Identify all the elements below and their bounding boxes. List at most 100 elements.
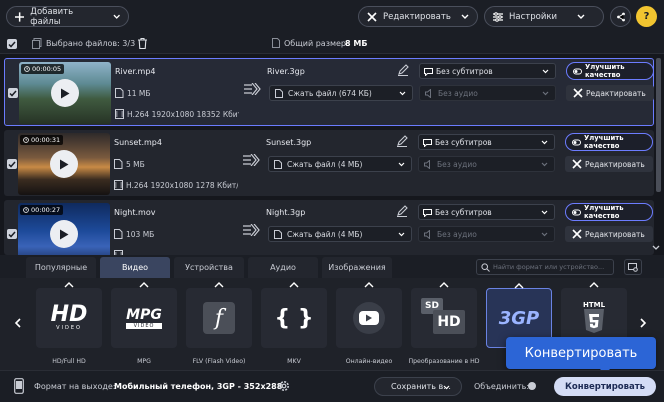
- subtitles-dropdown[interactable]: Без субтитров: [418, 204, 555, 220]
- film-icon: [114, 180, 123, 190]
- total-size-label: Общий размер:: [284, 39, 349, 48]
- chevron-up-icon: [289, 282, 299, 288]
- compress-dropdown[interactable]: Сжать файл (4 МБ): [268, 226, 412, 242]
- subtitles-dropdown[interactable]: Без субтитров: [418, 134, 555, 150]
- format-search-field[interactable]: Найти формат или устройство...: [476, 259, 614, 275]
- audio-dropdown[interactable]: Без аудио: [418, 156, 555, 172]
- clock-icon: [23, 207, 29, 213]
- chevron-down-icon: [542, 91, 549, 96]
- improve-quality-button[interactable]: Улучшить качество: [566, 62, 654, 80]
- format-settings-button[interactable]: [624, 259, 642, 275]
- play-icon: [61, 88, 70, 98]
- chevron-up-icon: [589, 282, 599, 288]
- merge-toggle[interactable]: [528, 382, 536, 390]
- file-info: H.264 1920x1080 1278 Кбит/с: [126, 181, 238, 190]
- audio-dropdown[interactable]: Без аудио: [418, 226, 555, 242]
- convert-arrows-icon: [243, 224, 260, 236]
- film-icon: [115, 109, 124, 119]
- play-button[interactable]: [50, 150, 78, 178]
- audio-dropdown[interactable]: Без аудио: [419, 85, 556, 101]
- improve-quality-button[interactable]: Улучшить качество: [565, 133, 653, 151]
- selected-count: Выбрано файлов: 3/3: [46, 39, 136, 48]
- format-label: FLV (Flash Video): [192, 358, 246, 365]
- file-icon: [114, 159, 123, 169]
- speaker-icon: [425, 89, 431, 98]
- gear-icon[interactable]: [278, 380, 290, 392]
- format-tabs: Популярные Видео Устройства Аудио Изобра…: [0, 255, 664, 278]
- format-label: Преобразование в HD: [408, 358, 480, 365]
- chevron-down-icon: [399, 91, 406, 96]
- file-row[interactable]: 00:00:31 Sunset.mp4 5 МБ H.264 1920x1080 12…: [4, 130, 654, 196]
- play-icon: [60, 229, 69, 239]
- rename-pencil-icon[interactable]: [395, 134, 409, 148]
- format-search-placeholder: Найти формат или устройство...: [493, 263, 605, 271]
- subtitles-dropdown[interactable]: Без субтитров: [419, 63, 556, 79]
- chevron-down-icon: [541, 210, 548, 215]
- play-button[interactable]: [50, 220, 78, 248]
- file-name: Night.mov: [114, 208, 156, 217]
- mpg-icon: MPG VIDEO: [126, 307, 162, 329]
- video-thumbnail[interactable]: 00:00:05: [19, 62, 111, 124]
- format-mkv[interactable]: { }: [261, 282, 327, 348]
- file-icon: [114, 229, 123, 239]
- file-list-scrollbar[interactable]: [656, 58, 661, 192]
- speaker-icon: [424, 160, 430, 169]
- format-hd[interactable]: HD VIDEO: [36, 282, 102, 348]
- scroll-right-icon[interactable]: [640, 318, 647, 328]
- tab-popular[interactable]: Популярные: [26, 257, 96, 278]
- file-row[interactable]: 00:00:27 Night.mov 103 МБ Night.3gp Сжать фа…: [4, 200, 654, 265]
- chevron-down-icon: [577, 14, 585, 19]
- add-files-button[interactable]: Добавить файлы: [6, 6, 129, 27]
- rename-pencil-icon[interactable]: [396, 63, 410, 77]
- play-button[interactable]: [51, 79, 79, 107]
- edit-file-button[interactable]: Редактировать: [565, 156, 653, 172]
- sliders-icon: [493, 11, 503, 22]
- improve-quality-button[interactable]: Улучшить качество: [565, 203, 653, 221]
- edit-file-button[interactable]: Редактировать: [565, 226, 653, 242]
- subtitles-icon: [423, 139, 432, 147]
- compress-dropdown[interactable]: Сжать файл (4 МБ): [268, 156, 412, 172]
- save-to-button[interactable]: Сохранить в...: [374, 377, 462, 396]
- chevron-down-icon: [398, 232, 405, 237]
- clock-icon: [23, 137, 29, 143]
- format-label: MKV: [287, 358, 301, 365]
- mkv-icon: { }: [274, 305, 314, 331]
- tools-icon: [573, 88, 583, 98]
- trash-icon[interactable]: [138, 38, 147, 49]
- convert-button[interactable]: Конвертировать: [554, 377, 656, 396]
- file-name: River.mp4: [115, 67, 156, 76]
- file-checkbox[interactable]: [8, 88, 18, 98]
- tools-icon: [367, 11, 377, 22]
- help-button[interactable]: ?: [636, 6, 657, 27]
- file-row[interactable]: 00:00:05 River.mp4 11 МБ H.264 1920x1080 18…: [4, 58, 654, 126]
- file-icon: [115, 88, 124, 98]
- checkmark-icon: [8, 231, 16, 238]
- file-checkbox[interactable]: [7, 159, 17, 169]
- tab-audio[interactable]: Аудио: [248, 257, 318, 278]
- collapse-arrow-icon[interactable]: [652, 245, 660, 251]
- format-flv[interactable]: f: [186, 282, 252, 348]
- tab-devices[interactable]: Устройства: [174, 257, 244, 278]
- save-to-label: Сохранить в...: [391, 382, 451, 391]
- tab-images[interactable]: Изображения: [322, 257, 392, 278]
- edit-menu-button[interactable]: Редактировать: [358, 6, 478, 27]
- format-mpg[interactable]: MPG VIDEO: [111, 282, 177, 348]
- file-checkbox[interactable]: [7, 229, 17, 239]
- settings-button[interactable]: Настройки: [484, 6, 604, 27]
- rename-pencil-icon[interactable]: [395, 204, 409, 218]
- output-format-value: Мобильный телефон, 3GP - 352x288: [114, 382, 283, 391]
- files-icon: [32, 38, 42, 49]
- format-hd-conversion[interactable]: SD HD: [411, 282, 477, 348]
- chevron-up-icon: [64, 282, 74, 288]
- subtitles-icon: [423, 209, 432, 217]
- search-icon: [481, 263, 490, 272]
- compress-dropdown[interactable]: Сжать файл (674 КБ): [269, 85, 413, 101]
- scroll-left-icon[interactable]: [14, 318, 21, 328]
- total-size-value: 8 МБ: [345, 39, 368, 48]
- edit-file-button[interactable]: Редактировать: [566, 85, 654, 101]
- select-all-checkbox[interactable]: [7, 39, 17, 49]
- format-online-video[interactable]: [336, 282, 402, 348]
- tab-video[interactable]: Видео: [100, 257, 170, 278]
- video-thumbnail[interactable]: 00:00:31: [18, 133, 110, 195]
- share-button[interactable]: [610, 6, 631, 27]
